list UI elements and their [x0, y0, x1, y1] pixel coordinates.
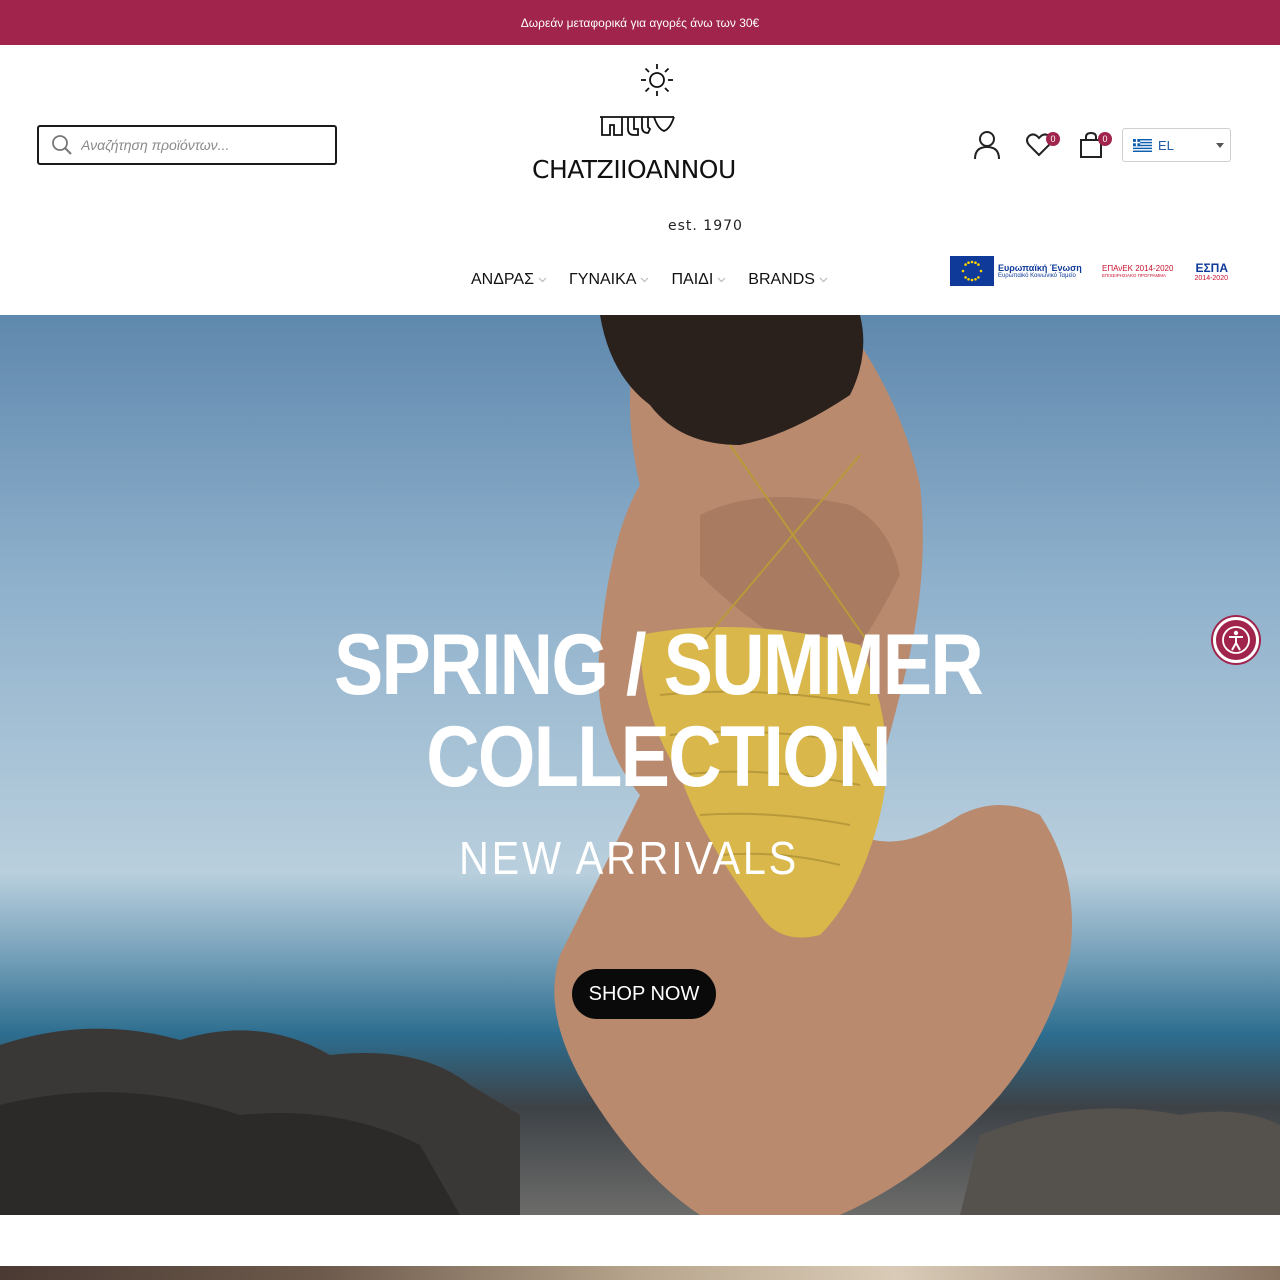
site-logo[interactable]: CHATZIIOANNOU est. 1970 [520, 63, 760, 234]
next-section-image-strip [0, 1266, 1280, 1280]
cart-count-badge: 0 [1098, 132, 1112, 146]
hero-banner[interactable]: SPRING / SUMMER COLLECTION NEW ARRIVALS … [0, 315, 1280, 1215]
site-header: CHATZIIOANNOU est. 1970 0 0 [0, 45, 1280, 315]
wishlist-button[interactable]: 0 [1022, 129, 1060, 161]
logo-est: est. 1970 [668, 218, 743, 234]
promo-bar: Δωρεάν μεταφορικά για αγορές άνω των 30€ [0, 0, 1280, 45]
chevron-down-icon [641, 277, 649, 283]
nav-item-men[interactable]: ΑΝΔΡΑΣ [471, 271, 547, 289]
caret-down-icon [1216, 143, 1224, 148]
nav-item-label: ΓΥΝΑΙΚΑ [568, 271, 637, 288]
nav-item-label: ΑΝΔΡΑΣ [471, 271, 534, 288]
hero-title-line2: COLLECTION [426, 709, 891, 805]
sun-icon [641, 64, 673, 96]
chevron-down-icon [538, 277, 547, 283]
accessibility-icon [1222, 626, 1250, 654]
chevron-down-icon [717, 277, 726, 283]
eu-flag-icon [950, 256, 994, 286]
espa-title: ΕΣΠΑ [1195, 260, 1228, 275]
laundry-line-icon [600, 116, 675, 136]
cart-button[interactable]: 0 [1074, 129, 1112, 161]
language-label: EL [1158, 137, 1174, 153]
nav-item-label: ΠΑΙΔΙ [671, 271, 714, 288]
main-nav: ΑΝΔΡΑΣ ΓΥΝΑΙΚΑ ΠΑΙΔΙ BRANDS [471, 269, 850, 291]
greek-flag-icon [1133, 138, 1152, 152]
nav-item-brands[interactable]: BRANDS [748, 271, 828, 289]
shop-now-button[interactable]: SHOP NOW [572, 969, 716, 1019]
eu-funding-banner[interactable]: Ευρωπαϊκή Ένωση Ευρωπαϊκό Κοινωνικό Ταμε… [950, 255, 1229, 287]
epanek-subtitle: ΕΠΙΧΕΙΡΗΣΙΑΚΟ ΠΡΟΓΡΑΜΜΑ [1102, 273, 1167, 278]
eu-subtitle: Ευρωπαϊκό Κοινωνικό Ταμείο [998, 273, 1076, 279]
logo-wordmark: CHATZIIOANNOU [532, 155, 736, 184]
promo-text: Δωρεάν μεταφορικά για αγορές άνω των 30€ [520, 15, 760, 30]
user-icon [974, 131, 1000, 160]
nav-item-kids[interactable]: ΠΑΙΔΙ [671, 271, 726, 289]
eu-title: Ευρωπαϊκή Ένωση [998, 263, 1082, 273]
search-box[interactable] [37, 125, 337, 165]
account-button[interactable] [970, 129, 1004, 161]
language-select[interactable]: EL [1122, 128, 1231, 162]
espa-subtitle: 2014-2020 [1194, 274, 1228, 282]
header-actions: 0 0 [970, 129, 1126, 161]
epanek-title: ΕΠΑνΕΚ 2014-2020 [1102, 264, 1174, 273]
accessibility-button[interactable] [1213, 617, 1259, 663]
search-input[interactable] [81, 137, 321, 153]
chevron-down-icon [819, 277, 828, 283]
search-icon[interactable] [51, 134, 73, 156]
hero-title-line1: SPRING / SUMMER [333, 617, 984, 713]
nav-item-label: BRANDS [748, 271, 815, 288]
nav-item-women[interactable]: ΓΥΝΑΙΚΑ [569, 271, 650, 289]
wishlist-count-badge: 0 [1046, 132, 1060, 146]
hero-subtitle: NEW ARRIVALS [459, 832, 799, 884]
